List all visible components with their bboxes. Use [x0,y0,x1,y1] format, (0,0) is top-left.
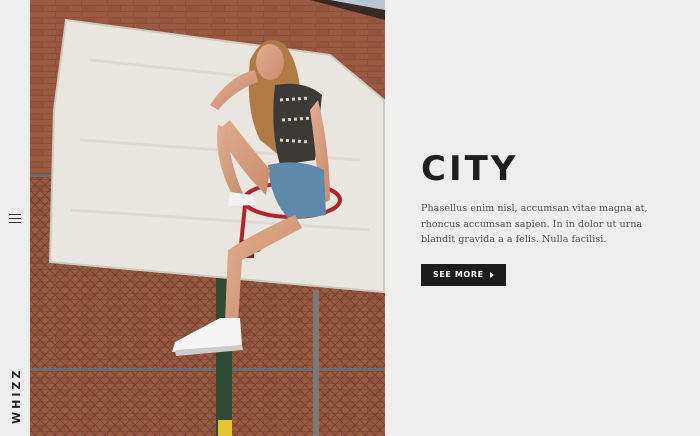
see-more-button[interactable]: SEE MORE [421,263,506,286]
hero-description: Phasellus enim nisl, accumsan vitae magn… [421,203,648,245]
hamburger-menu-icon[interactable] [9,214,21,223]
sidebar: WHIZZ [0,0,30,436]
see-more-label: SEE MORE [433,270,484,279]
arrow-right-icon [489,271,494,278]
hero-photo [30,0,385,436]
page-title: CITY [421,149,519,189]
brand-logo[interactable]: WHIZZ [10,368,23,424]
hero-content: CITY Phasellus enim nisl, accumsan vitae… [421,148,671,286]
page: WHIZZ CITY Phasellus enim nisl, accumsan… [0,0,700,436]
